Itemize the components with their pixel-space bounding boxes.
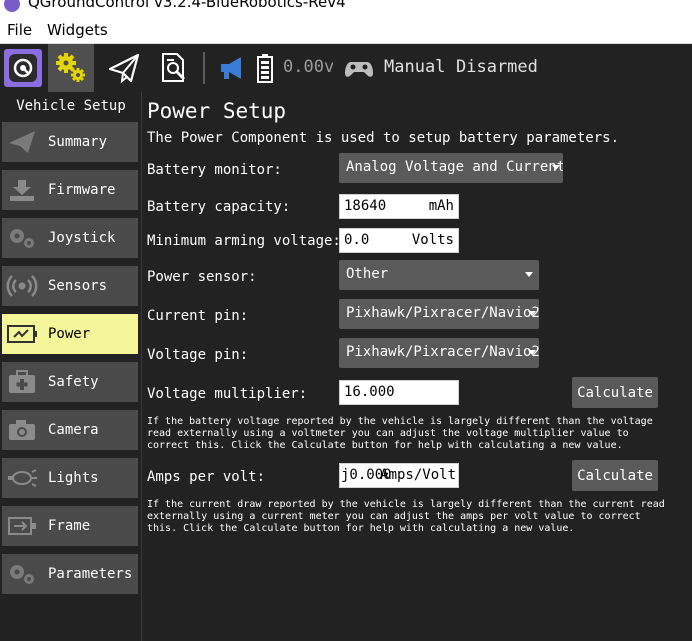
- sidebar-item-lights[interactable]: Lights: [2, 458, 138, 498]
- sidebar-item-frame[interactable]: Frame: [2, 506, 138, 546]
- battery-monitor-value: Analog Voltage and Current: [346, 159, 563, 175]
- battery-voltage: 0.00v: [283, 57, 335, 77]
- amps-per-volt-calculate-button[interactable]: Calculate: [572, 460, 658, 491]
- power-sensor-value: Other: [346, 266, 389, 282]
- battery-monitor-select[interactable]: Analog Voltage and Current: [339, 153, 563, 183]
- battery-capacity-label: Battery capacity:: [147, 199, 291, 215]
- sidebar-item-camera[interactable]: Camera: [2, 410, 138, 450]
- sidebar-item-label: Camera: [48, 422, 99, 438]
- sidebar-item-label: Safety: [48, 374, 99, 390]
- qgc-logo-icon: [9, 54, 37, 82]
- chevron-down-icon: [528, 311, 536, 316]
- vehicle-setup-sidebar: Vehicle Setup Summary Firmware Joystick …: [0, 92, 142, 641]
- voltage-multiplier-value: 16.000: [344, 384, 395, 400]
- page-title: Power Setup: [147, 99, 287, 123]
- voltage-multiplier-help: If the battery voltage reported by the v…: [147, 416, 653, 451]
- power-battery-icon: [2, 314, 42, 354]
- amps-per-volt-unit: Amps/Volt: [380, 467, 456, 483]
- sidebar-item-label: Frame: [48, 518, 91, 534]
- megaphone-icon: [221, 57, 241, 79]
- gears-icon: [2, 218, 42, 258]
- battery-capacity-unit: mAh: [428, 198, 454, 214]
- sidebar-item-label: Lights: [48, 470, 99, 486]
- current-pin-select[interactable]: Pixhawk/Pixracer/Navio2: [339, 299, 539, 329]
- joystick-indicator[interactable]: [341, 48, 377, 88]
- sidebar-item-power[interactable]: Power: [2, 314, 138, 354]
- radio-waves-icon: [2, 266, 42, 306]
- voltage-pin-label: Voltage pin:: [147, 347, 249, 363]
- voltage-multiplier-field[interactable]: 16.000: [339, 380, 459, 405]
- paper-plane-icon: [2, 122, 42, 162]
- first-aid-icon: [2, 362, 42, 402]
- sidebar-item-label: Sensors: [48, 278, 108, 294]
- battery-capacity-field[interactable]: 18640 mAh: [339, 194, 459, 219]
- plan-view-button[interactable]: [104, 48, 144, 88]
- menu-widgets[interactable]: Widgets: [47, 21, 108, 39]
- min-arming-voltage-label: Minimum arming voltage:: [147, 233, 341, 249]
- frame-icon: [2, 506, 42, 546]
- chevron-down-icon: [528, 350, 536, 355]
- analyze-view-button[interactable]: [154, 48, 194, 88]
- gears-icon: [2, 554, 42, 594]
- battery-monitor-label: Battery monitor:: [147, 162, 282, 178]
- menu-file[interactable]: File: [7, 21, 32, 39]
- paper-plane-icon: [108, 53, 140, 84]
- window-titlebar: QGroundControl v3.2.4-BlueRobotics-Rev4: [0, 0, 692, 18]
- toolbar-separator: [203, 52, 205, 84]
- app-icon: [4, 0, 20, 12]
- page-description: The Power Component is used to setup bat…: [147, 130, 620, 146]
- amps-per-volt-label: Amps per volt:: [147, 469, 266, 485]
- sidebar-item-safety[interactable]: Safety: [2, 362, 138, 402]
- arm-state[interactable]: Disarmed: [456, 57, 538, 77]
- voltage-pin-value: Pixhawk/Pixracer/Navio2: [346, 344, 539, 360]
- sidebar-item-label: Parameters: [48, 566, 133, 582]
- sidebar-item-label: Summary: [48, 134, 108, 150]
- chevron-down-icon: [525, 272, 533, 277]
- voltage-pin-select[interactable]: Pixhawk/Pixracer/Navio2: [339, 338, 539, 368]
- sidebar-item-label: Firmware: [48, 182, 116, 198]
- power-sensor-select[interactable]: Other: [339, 260, 539, 290]
- chevron-down-icon: [552, 165, 560, 170]
- amps-per-volt-field[interactable]: j0.000 Amps/Volt: [339, 463, 459, 488]
- min-arming-voltage-value: 0.0: [344, 232, 370, 248]
- voltage-multiplier-label: Voltage multiplier:: [147, 386, 308, 402]
- battery-icon: [257, 54, 273, 83]
- sidebar-item-joystick[interactable]: Joystick: [2, 218, 138, 258]
- light-bulb-icon: [2, 458, 42, 498]
- menu-bar: File Widgets: [0, 18, 692, 44]
- min-arming-voltage-field[interactable]: 0.0 Volts: [339, 228, 459, 253]
- sidebar-item-summary[interactable]: Summary: [2, 122, 138, 162]
- amps-per-volt-help: If the current draw reported by the vehi…: [147, 499, 665, 534]
- camera-icon: [2, 410, 42, 450]
- sidebar-item-sensors[interactable]: Sensors: [2, 266, 138, 306]
- sidebar-item-label: Joystick: [48, 230, 116, 246]
- main-toolbar: 0.00v Manual Disarmed: [0, 44, 692, 92]
- battery-indicator[interactable]: [250, 48, 280, 88]
- sidebar-title: Vehicle Setup: [16, 98, 126, 114]
- battery-capacity-value: 18640: [344, 198, 387, 214]
- sidebar-item-parameters[interactable]: Parameters: [2, 554, 138, 594]
- log-analysis-icon: [162, 53, 185, 82]
- voltage-multiplier-calculate-button[interactable]: Calculate: [572, 377, 658, 408]
- sidebar-item-firmware[interactable]: Firmware: [2, 170, 138, 210]
- messages-button[interactable]: [212, 48, 252, 88]
- power-sensor-label: Power sensor:: [147, 269, 257, 285]
- qgc-home-button[interactable]: [4, 49, 42, 87]
- flight-mode[interactable]: Manual: [384, 57, 445, 77]
- current-pin-label: Current pin:: [147, 308, 249, 324]
- sidebar-item-label: Power: [48, 326, 91, 342]
- current-pin-value: Pixhawk/Pixracer/Navio2: [346, 305, 539, 321]
- gear-icon: [56, 53, 85, 82]
- download-icon: [2, 170, 42, 210]
- power-setup-panel: Power Setup The Power Component is used …: [142, 92, 692, 641]
- vehicle-setup-button[interactable]: [48, 44, 94, 92]
- gamepad-icon: [345, 62, 373, 77]
- min-arming-voltage-unit: Volts: [411, 232, 454, 248]
- window-title: QGroundControl v3.2.4-BlueRobotics-Rev4: [28, 0, 346, 11]
